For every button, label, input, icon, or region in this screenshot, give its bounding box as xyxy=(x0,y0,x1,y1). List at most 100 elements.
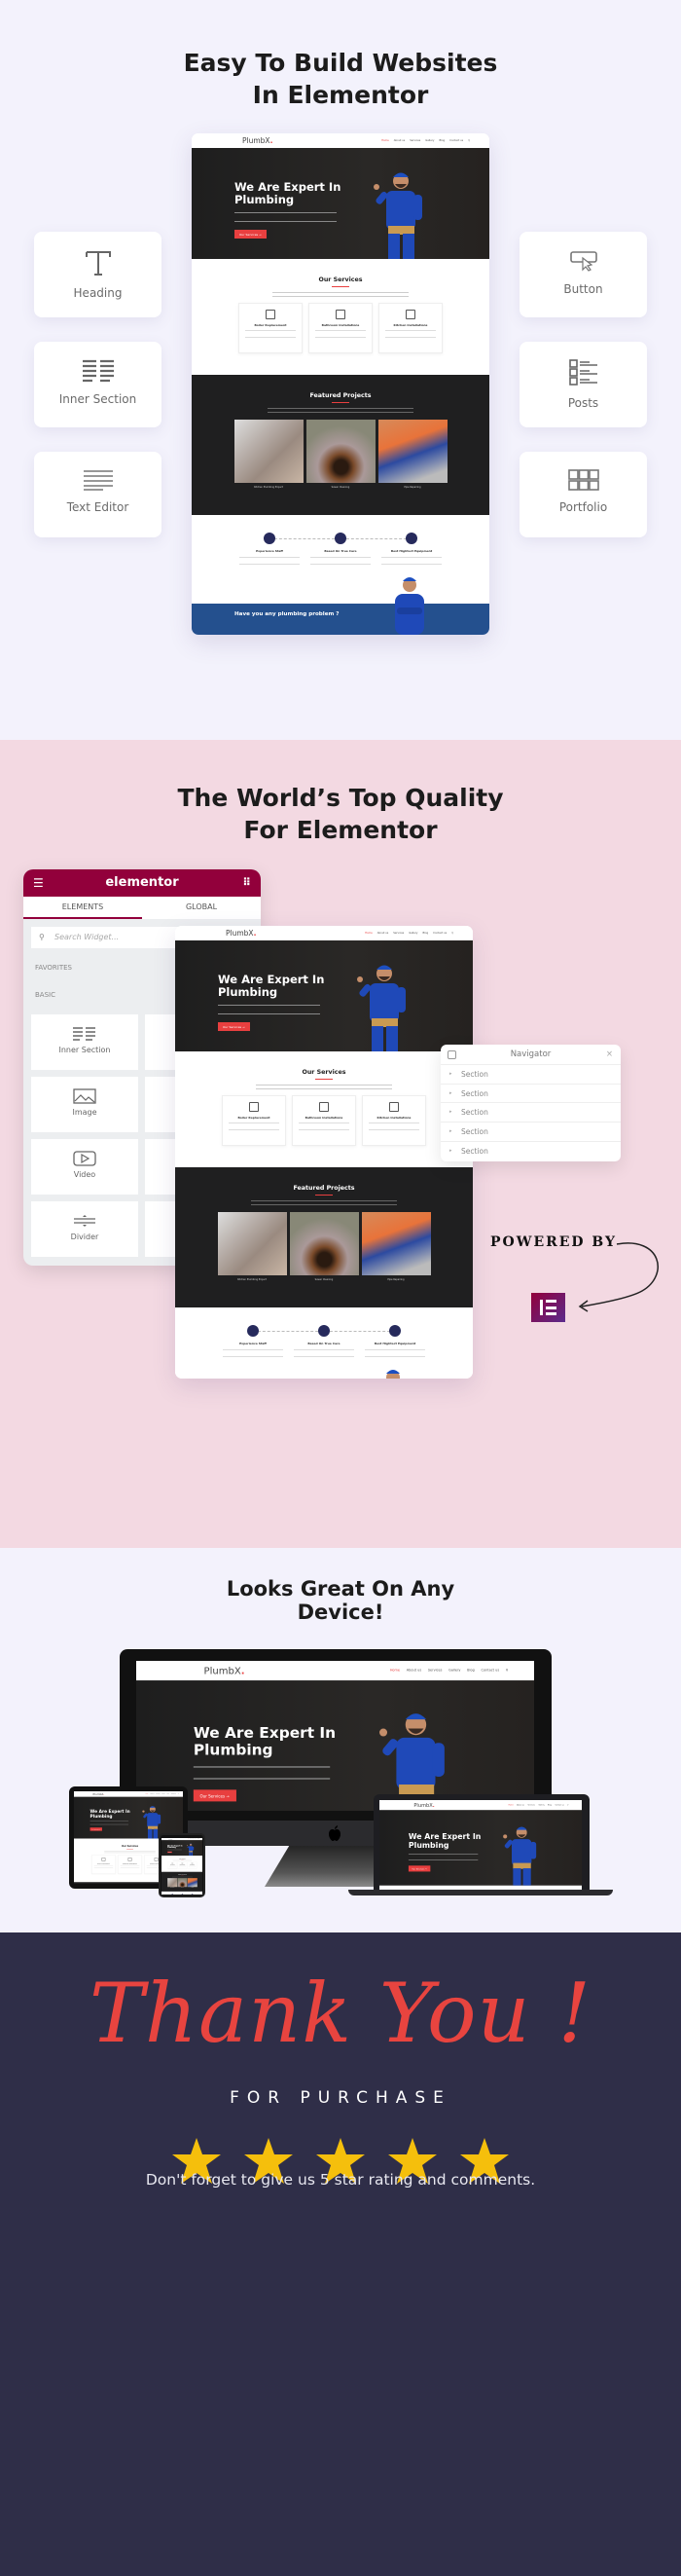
nav-gallery[interactable]: Gallery xyxy=(538,1804,544,1806)
site-logo[interactable]: PlumbX. xyxy=(242,136,272,145)
widget-text-editor[interactable]: Text Editor xyxy=(34,452,161,537)
nav-contact[interactable]: Contact us xyxy=(555,1804,563,1806)
project-image[interactable] xyxy=(377,420,448,483)
project-image[interactable] xyxy=(289,1212,359,1275)
nav-contact[interactable]: Contact us xyxy=(482,1669,500,1673)
nav-services[interactable]: Services xyxy=(410,139,420,142)
service-card[interactable]: Boiler Replacement xyxy=(222,1095,286,1146)
hero-section: We Are Expert In Plumbing Our Services → xyxy=(175,940,473,1051)
service-card[interactable]: Kitchen Installations xyxy=(187,1861,197,1869)
nav-gallery[interactable]: Gallery xyxy=(409,932,417,935)
nav-blog[interactable]: Blog xyxy=(167,1793,169,1794)
project-image[interactable] xyxy=(187,1878,197,1888)
project-image[interactable] xyxy=(233,420,304,483)
nav-home[interactable]: Home xyxy=(145,1793,148,1794)
nav-home[interactable]: Home xyxy=(390,1669,400,1673)
tab-global[interactable]: GLOBAL xyxy=(142,897,261,919)
nav-blog[interactable]: Blog xyxy=(439,139,445,142)
nav-contact[interactable]: Contact us xyxy=(433,932,447,935)
project-image[interactable] xyxy=(167,1878,178,1888)
search-icon[interactable]: ⚲ xyxy=(506,1669,509,1673)
service-title: Bathroom Installations xyxy=(123,1862,137,1864)
service-card[interactable]: Bathroom Installations xyxy=(292,1095,356,1146)
nav-blog[interactable]: Blog xyxy=(467,1669,475,1673)
nav-about[interactable]: About us xyxy=(517,1804,524,1806)
service-card[interactable]: Bathroom Installations xyxy=(308,303,373,353)
project-image[interactable] xyxy=(361,1212,431,1275)
project-image[interactable] xyxy=(217,1212,287,1275)
nav-blog[interactable]: Blog xyxy=(422,932,428,935)
widget-button[interactable]: Button xyxy=(520,232,647,317)
our-services-button[interactable]: Our Services → xyxy=(408,1865,431,1872)
widget-portfolio[interactable]: Portfolio xyxy=(520,452,647,537)
tab-elements[interactable]: ELEMENTS xyxy=(23,897,142,919)
service-title: Boiler Replacement xyxy=(97,1862,110,1864)
search-icon[interactable]: ⚲ xyxy=(451,932,453,935)
feature-title: Best Hightect Equipment xyxy=(390,549,433,553)
nav-about[interactable]: About us xyxy=(394,139,406,142)
nav-home[interactable]: Home xyxy=(509,1804,514,1806)
widget-inner-section[interactable]: Inner Section xyxy=(31,1014,138,1070)
hamburger-menu-icon[interactable]: ☰ xyxy=(33,869,44,897)
nav-contact[interactable]: Contact us xyxy=(171,1793,176,1794)
nav-home[interactable]: Home xyxy=(365,932,373,935)
our-services-button[interactable]: Our Services → xyxy=(167,1851,172,1854)
nav-blog[interactable]: Blog xyxy=(548,1804,552,1806)
nav-services[interactable]: Services xyxy=(428,1669,443,1673)
service-card[interactable]: Bathroom Installations xyxy=(177,1861,188,1869)
service-card[interactable]: Boiler Replacement xyxy=(167,1861,177,1869)
widget-video[interactable]: Video xyxy=(31,1139,138,1195)
navigator-row[interactable]: Section xyxy=(441,1122,621,1142)
nav-about[interactable]: About us xyxy=(407,1669,421,1673)
hero-title: We Are Expert In Plumbing xyxy=(90,1809,130,1820)
service-card[interactable]: Kitchen Installations xyxy=(362,1095,426,1146)
services-section: Our Services Boiler Replacement Bathroom… xyxy=(175,1051,473,1167)
site-logo[interactable]: PlumbX. xyxy=(226,929,256,938)
phone-screen: PlumbX. Home About us Services Gallery B… xyxy=(161,1838,202,1895)
our-services-button[interactable]: Our Services → xyxy=(234,230,267,239)
search-icon[interactable]: ⚲ xyxy=(468,139,470,142)
navigator-row[interactable]: Section xyxy=(441,1103,621,1123)
our-services-button[interactable]: Our Services → xyxy=(90,1827,102,1831)
service-card[interactable]: Bathroom Installations xyxy=(118,1855,142,1874)
widget-posts[interactable]: Posts xyxy=(520,342,647,427)
nav-home[interactable]: Home xyxy=(381,139,389,142)
nav-services[interactable]: Services xyxy=(393,932,404,935)
close-icon[interactable]: × xyxy=(606,1045,613,1065)
collapse-icon[interactable] xyxy=(448,1050,456,1059)
site-logo[interactable]: PlumbX. xyxy=(93,1792,105,1795)
navigator-row[interactable]: Section xyxy=(441,1085,621,1104)
service-card[interactable]: Boiler Replacement xyxy=(91,1855,116,1874)
projects-title: Featured Projects xyxy=(309,392,372,399)
nav-about[interactable]: About us xyxy=(150,1793,154,1794)
project-caption: Sewer Cleaning xyxy=(331,486,350,489)
nav-gallery[interactable]: Gallery xyxy=(448,1669,460,1673)
widget-image[interactable]: Image xyxy=(31,1077,138,1132)
widget-heading[interactable]: Heading xyxy=(34,232,161,317)
apps-grid-icon[interactable]: ⠿ xyxy=(242,869,251,897)
project-image[interactable] xyxy=(177,1878,188,1888)
widget-divider[interactable]: Divider xyxy=(31,1201,138,1257)
site-logo[interactable]: PlumbX. xyxy=(204,1665,245,1676)
nav-services[interactable]: Services xyxy=(156,1793,160,1794)
nav-services[interactable]: Services xyxy=(527,1804,534,1806)
service-card[interactable]: Boiler Replacement xyxy=(238,303,303,353)
project-image[interactable] xyxy=(305,420,376,483)
nav-contact[interactable]: Contact us xyxy=(449,139,463,142)
navigator-row[interactable]: Section xyxy=(441,1065,621,1085)
navigator-row[interactable]: Section xyxy=(441,1142,621,1161)
our-services-button[interactable]: Our Services → xyxy=(193,1789,236,1802)
search-icon[interactable]: ⚲ xyxy=(567,1804,568,1806)
widget-inner-section[interactable]: Inner Section xyxy=(34,342,161,427)
hero-text xyxy=(193,1766,331,1780)
feature-title: Based On True Care xyxy=(324,549,357,553)
our-services-button[interactable]: Our Services → xyxy=(218,1022,250,1031)
service-card[interactable]: Kitchen Installations xyxy=(378,303,443,353)
nav-gallery[interactable]: Gallery xyxy=(161,1793,164,1794)
staff-icon xyxy=(171,1894,174,1895)
plumber-image xyxy=(187,1843,195,1857)
nav-about[interactable]: About us xyxy=(377,932,389,935)
nav-gallery[interactable]: Gallery xyxy=(425,139,434,142)
search-icon[interactable]: ⚲ xyxy=(178,1793,179,1794)
site-logo[interactable]: PlumbX. xyxy=(413,1802,434,1808)
